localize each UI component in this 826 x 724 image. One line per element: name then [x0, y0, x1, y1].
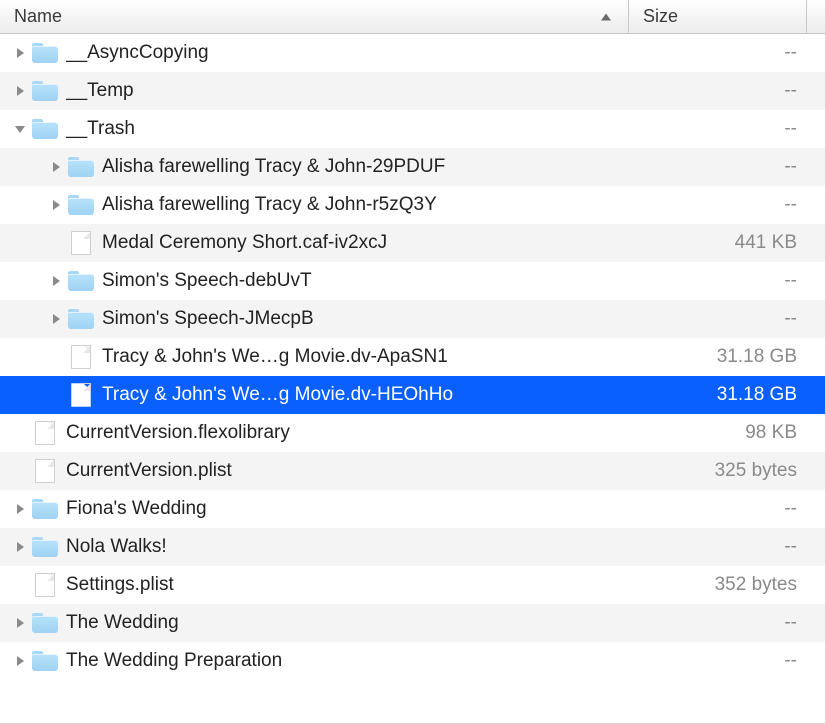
column-header: Name Size: [0, 0, 825, 34]
file-icon: [30, 573, 60, 597]
column-header-size-label: Size: [643, 6, 678, 27]
sort-ascending-icon: [600, 12, 612, 21]
file-icon: [66, 383, 96, 407]
disclosure-triangle-icon[interactable]: [10, 47, 30, 59]
table-row[interactable]: __Temp--: [0, 72, 825, 110]
item-name: The Wedding Preparation: [66, 650, 647, 672]
item-size: --: [647, 42, 797, 64]
disclosure-triangle-icon[interactable]: [10, 655, 30, 667]
item-size: --: [647, 194, 797, 216]
item-name: Tracy & John's We…g Movie.dv-ApaSN1: [102, 346, 647, 368]
item-size: 352 bytes: [647, 574, 797, 596]
folder-icon: [30, 613, 60, 633]
item-name: Medal Ceremony Short.caf-iv2xcJ: [102, 232, 647, 254]
item-name: Simon's Speech-debUvT: [102, 270, 647, 292]
item-name: Settings.plist: [66, 574, 647, 596]
file-icon: [30, 459, 60, 483]
folder-icon: [30, 651, 60, 671]
item-name: CurrentVersion.plist: [66, 460, 647, 482]
column-header-name[interactable]: Name: [0, 0, 629, 33]
table-row[interactable]: The Wedding Preparation--: [0, 642, 825, 680]
item-name: Alisha farewelling Tracy & John-r5zQ3Y: [102, 194, 647, 216]
table-row[interactable]: Alisha farewelling Tracy & John-29PDUF--: [0, 148, 825, 186]
folder-icon: [30, 43, 60, 63]
table-row[interactable]: __Trash--: [0, 110, 825, 148]
table-row[interactable]: Simon's Speech-debUvT--: [0, 262, 825, 300]
table-row[interactable]: CurrentVersion.plist325 bytes: [0, 452, 825, 490]
table-row[interactable]: CurrentVersion.flexolibrary98 KB: [0, 414, 825, 452]
folder-icon: [30, 537, 60, 557]
item-name: Alisha farewelling Tracy & John-29PDUF: [102, 156, 647, 178]
column-header-scrollgutter: [807, 0, 825, 33]
item-size: --: [647, 270, 797, 292]
folder-icon: [66, 157, 96, 177]
folder-icon: [66, 271, 96, 291]
table-row[interactable]: Nola Walks!--: [0, 528, 825, 566]
file-list-window: Name Size __AsyncCopying--__Temp--__Tras…: [0, 0, 826, 724]
table-row[interactable]: Fiona's Wedding--: [0, 490, 825, 528]
item-size: --: [647, 308, 797, 330]
file-icon: [66, 231, 96, 255]
column-header-size[interactable]: Size: [629, 0, 807, 33]
folder-icon: [30, 81, 60, 101]
disclosure-triangle-icon[interactable]: [10, 541, 30, 553]
item-name: __AsyncCopying: [66, 42, 647, 64]
item-size: --: [647, 650, 797, 672]
table-row[interactable]: Tracy & John's We…g Movie.dv-ApaSN131.18…: [0, 338, 825, 376]
item-name: Nola Walks!: [66, 536, 647, 558]
item-size: 98 KB: [647, 422, 797, 444]
item-size: --: [647, 118, 797, 140]
table-row[interactable]: Tracy & John's We…g Movie.dv-HEOhHo31.18…: [0, 376, 825, 414]
item-name: Simon's Speech-JMecpB: [102, 308, 647, 330]
item-name: Fiona's Wedding: [66, 498, 647, 520]
disclosure-triangle-icon[interactable]: [10, 503, 30, 515]
item-size: --: [647, 80, 797, 102]
disclosure-triangle-icon[interactable]: [10, 617, 30, 629]
column-header-name-label: Name: [14, 6, 62, 27]
item-size: 325 bytes: [647, 460, 797, 482]
disclosure-triangle-icon[interactable]: [46, 275, 66, 287]
item-size: --: [647, 536, 797, 558]
file-icon: [30, 421, 60, 445]
item-name: __Trash: [66, 118, 647, 140]
folder-icon: [66, 195, 96, 215]
table-row[interactable]: Settings.plist352 bytes: [0, 566, 825, 604]
table-row[interactable]: Medal Ceremony Short.caf-iv2xcJ441 KB: [0, 224, 825, 262]
item-name: The Wedding: [66, 612, 647, 634]
item-name: __Temp: [66, 80, 647, 102]
folder-icon: [30, 499, 60, 519]
disclosure-triangle-icon[interactable]: [10, 124, 30, 134]
disclosure-triangle-icon[interactable]: [10, 85, 30, 97]
disclosure-triangle-icon[interactable]: [46, 313, 66, 325]
item-size: 31.18 GB: [647, 346, 797, 368]
item-name: CurrentVersion.flexolibrary: [66, 422, 647, 444]
item-name: Tracy & John's We…g Movie.dv-HEOhHo: [102, 384, 647, 406]
table-row[interactable]: Alisha farewelling Tracy & John-r5zQ3Y--: [0, 186, 825, 224]
item-size: 31.18 GB: [647, 384, 797, 406]
item-size: --: [647, 498, 797, 520]
table-row[interactable]: The Wedding--: [0, 604, 825, 642]
folder-icon: [30, 119, 60, 139]
table-row[interactable]: Simon's Speech-JMecpB--: [0, 300, 825, 338]
file-icon: [66, 345, 96, 369]
item-size: --: [647, 156, 797, 178]
item-size: 441 KB: [647, 232, 797, 254]
file-list-body[interactable]: __AsyncCopying--__Temp--__Trash--Alisha …: [0, 34, 825, 724]
folder-icon: [66, 309, 96, 329]
disclosure-triangle-icon[interactable]: [46, 161, 66, 173]
disclosure-triangle-icon[interactable]: [46, 199, 66, 211]
item-size: --: [647, 612, 797, 634]
table-row[interactable]: __AsyncCopying--: [0, 34, 825, 72]
